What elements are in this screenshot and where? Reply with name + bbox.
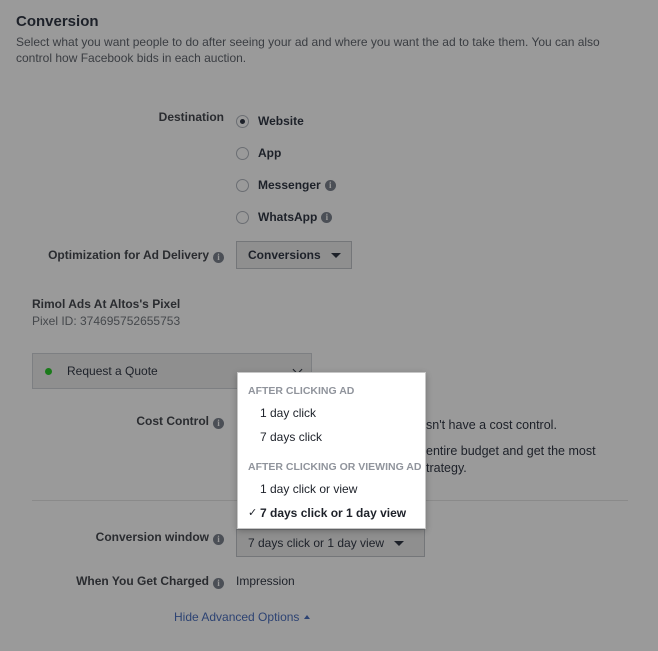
- cost-control-label: Cost Control i: [100, 414, 224, 429]
- info-icon[interactable]: i: [213, 418, 224, 429]
- info-icon[interactable]: i: [213, 252, 224, 263]
- radio-messenger[interactable]: [236, 178, 249, 192]
- menu-item-1-day-click[interactable]: 1 day click: [260, 406, 316, 420]
- info-icon[interactable]: i: [213, 534, 224, 545]
- destination-option-app[interactable]: App: [236, 146, 281, 160]
- info-icon[interactable]: i: [321, 211, 333, 223]
- destination-option-messenger[interactable]: Messenger i: [236, 178, 336, 192]
- menu-item-1-day-click-or-view[interactable]: 1 day click or view: [260, 482, 357, 496]
- hide-advanced-options-label: Hide Advanced Options: [174, 610, 300, 624]
- cost-control-desc-line: trategy.: [426, 461, 467, 475]
- hide-advanced-options-link[interactable]: Hide Advanced Options: [174, 610, 311, 624]
- radio-app[interactable]: [236, 146, 249, 160]
- caret-up-icon: [304, 615, 311, 619]
- optimization-label: Optimization for Ad Delivery i: [30, 248, 224, 263]
- pixel-name: Rimol Ads At Altos's Pixel: [32, 297, 181, 311]
- optimization-value: Conversions: [248, 248, 321, 262]
- info-icon[interactable]: i: [213, 578, 224, 589]
- conversion-window-label: Conversion window i: [30, 530, 224, 545]
- optimization-dropdown[interactable]: Conversions: [236, 241, 352, 269]
- radio-whatsapp[interactable]: [236, 210, 249, 224]
- cost-control-desc-line: entire budget and get the most: [426, 444, 596, 458]
- destination-option-label: Messenger: [258, 178, 321, 192]
- charged-label: When You Get Charged i: [30, 574, 224, 589]
- check-icon: ✓: [248, 507, 258, 519]
- menu-item-7-days-click[interactable]: 7 days click: [260, 430, 322, 444]
- destination-option-whatsapp[interactable]: WhatsApp i: [236, 210, 333, 224]
- radio-website[interactable]: [236, 114, 249, 128]
- destination-option-label: App: [258, 146, 282, 160]
- cost-control-label-text: Cost Control: [136, 414, 209, 428]
- menu-header: AFTER CLICKING AD: [248, 385, 355, 397]
- conversion-window-label-text: Conversion window: [95, 530, 209, 544]
- info-icon[interactable]: i: [324, 179, 336, 191]
- destination-option-website[interactable]: Website: [236, 114, 304, 128]
- destination-option-label: Website: [258, 114, 304, 128]
- caret-down-icon: [394, 540, 405, 546]
- charged-value: Impression: [236, 574, 295, 588]
- destination-option-label: WhatsApp: [258, 210, 318, 224]
- destination-label: Destination: [158, 110, 224, 124]
- conversion-event-value: Request a Quote: [67, 364, 158, 378]
- caret-down-icon: [330, 252, 341, 258]
- conversion-window-menu: AFTER CLICKING AD 1 day click 7 days cli…: [237, 372, 426, 529]
- section-description: Select what you want people to do after …: [16, 35, 600, 65]
- cost-control-text: sn't have a cost control.: [426, 418, 557, 432]
- section-title: Conversion: [16, 13, 99, 30]
- conversion-window-dropdown[interactable]: 7 days click or 1 day view: [236, 529, 425, 557]
- pixel-id: Pixel ID: 374695752655753: [32, 314, 181, 328]
- pixel-status-dot: [45, 367, 52, 375]
- charged-label-text: When You Get Charged: [76, 574, 209, 588]
- conversion-window-value: 7 days click or 1 day view: [248, 536, 385, 550]
- menu-item-7-days-click-or-1-day-view[interactable]: 7 days click or 1 day view: [260, 506, 406, 520]
- optimization-label-text: Optimization for Ad Delivery: [48, 248, 209, 262]
- menu-header: AFTER CLICKING OR VIEWING AD: [248, 461, 422, 473]
